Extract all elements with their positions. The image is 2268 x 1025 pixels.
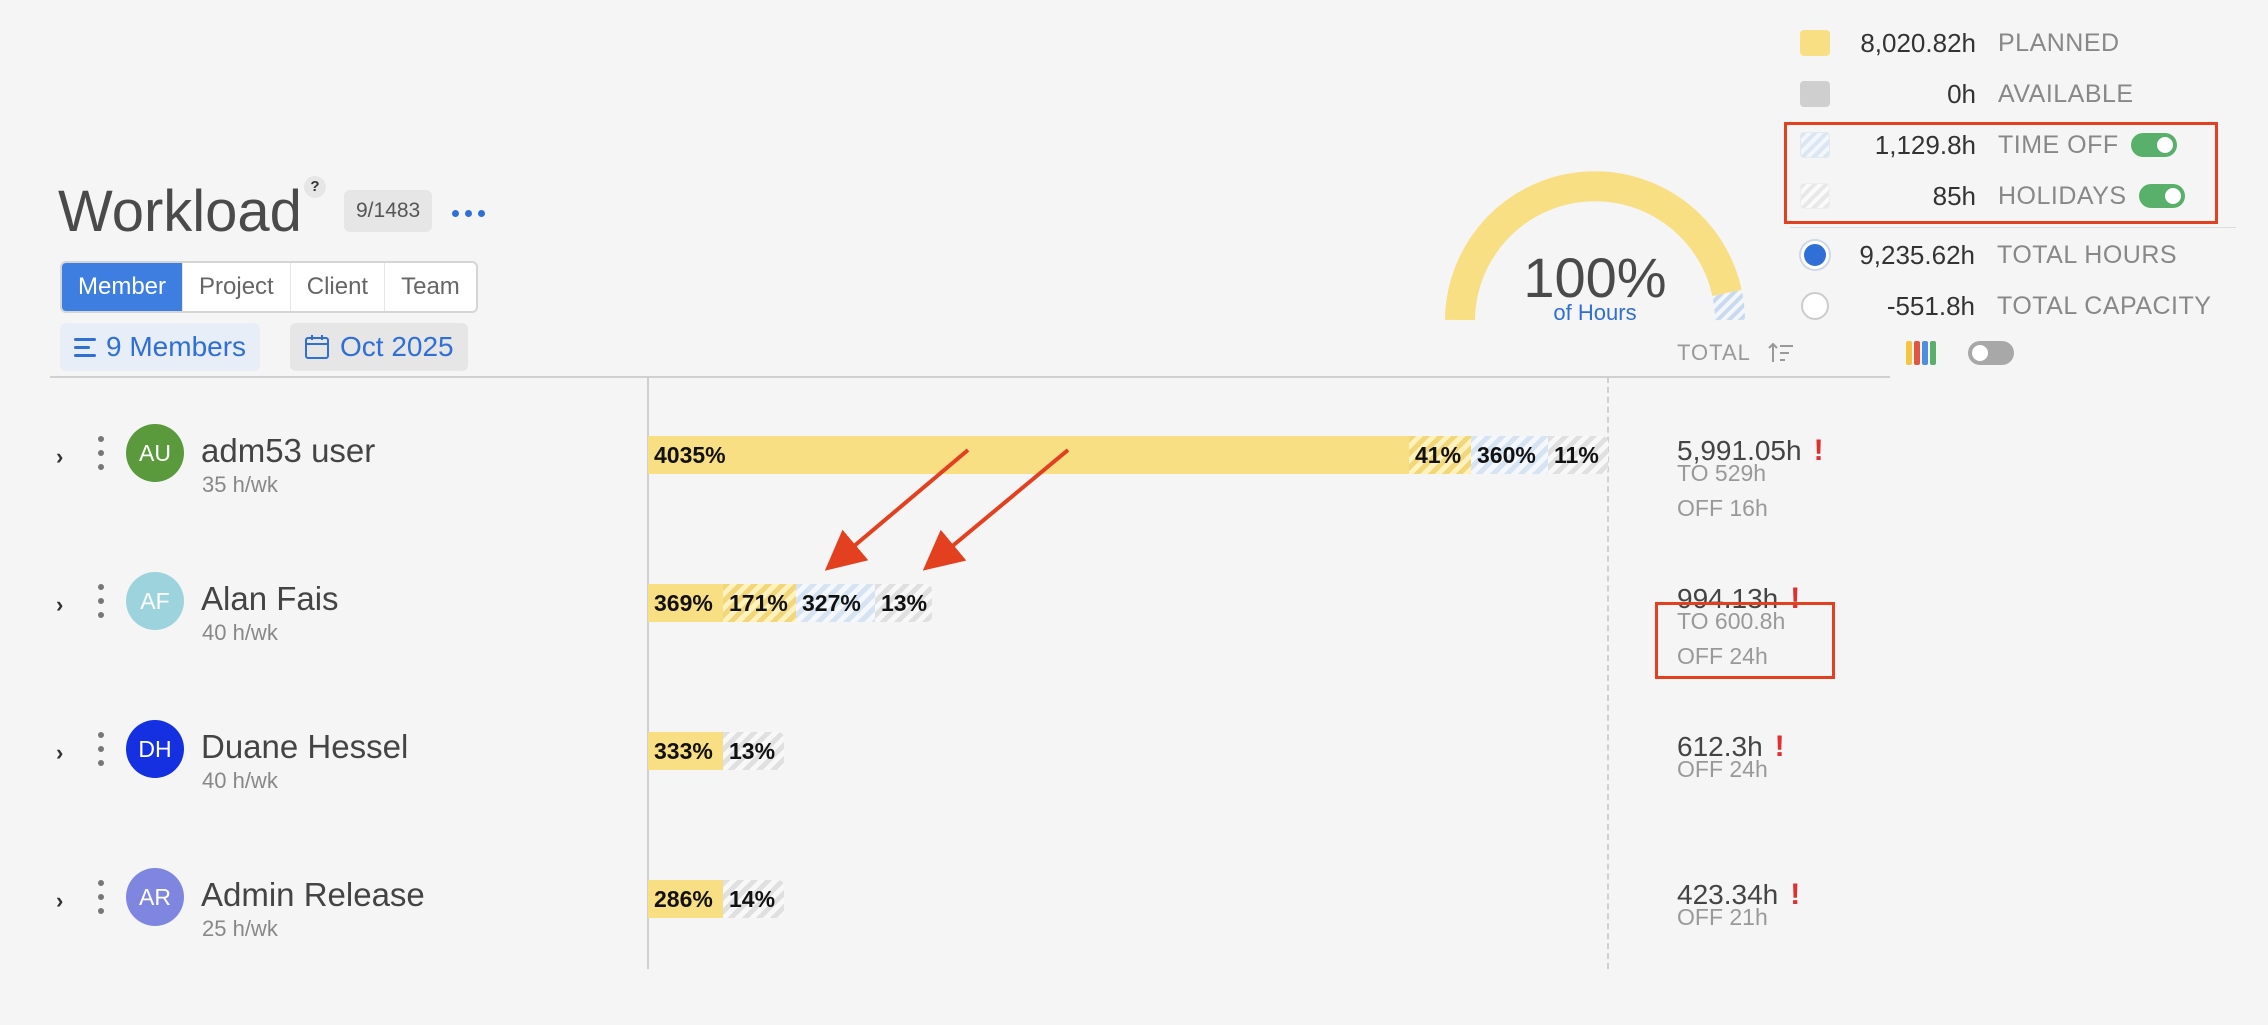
date-picker-button[interactable]: Oct 2025 <box>290 323 468 371</box>
available-swatch <box>1800 81 1830 107</box>
member-rate: 40 h/wk <box>202 768 278 793</box>
workload-bar[interactable]: 333% 13% <box>648 732 784 770</box>
member-off: OFF 24h <box>1677 756 1768 782</box>
bar-segment-planned: 333% <box>648 732 723 770</box>
legend-available: 0h AVAILABLE <box>1800 76 2134 112</box>
avatar: DH <box>126 720 184 778</box>
row-menu-icon[interactable] <box>96 584 106 618</box>
workload-bar[interactable]: 286% 14% <box>648 880 784 918</box>
member-row: › DH Duane Hessel 40 h/wk 333% 13% 612.3… <box>0 704 2268 852</box>
legend-planned: 8,020.82h PLANNED <box>1800 25 2120 61</box>
bar-segment-holidays: 13% <box>723 732 784 770</box>
member-rate: 40 h/wk <box>202 620 278 645</box>
tab-client[interactable]: Client <box>291 263 386 311</box>
count-badge: 9/1483 <box>344 190 433 232</box>
member-name[interactable]: Duane Hessel <box>201 728 408 766</box>
total-capacity-label: TOTAL CAPACITY <box>1997 291 2212 320</box>
color-mode-toggle[interactable] <box>1968 341 2014 365</box>
legend-divider <box>1790 227 2236 228</box>
row-menu-icon[interactable] <box>96 880 106 914</box>
annotation-box-totals <box>1655 602 1835 679</box>
member-rate: 25 h/wk <box>202 916 278 941</box>
list-filter-icon <box>74 337 96 357</box>
bar-segment-planned: 4035% <box>648 436 1409 474</box>
available-value: 0h <box>1947 78 1976 109</box>
more-options-icon[interactable] <box>452 198 485 228</box>
sort-icon[interactable] <box>1767 342 1795 364</box>
member-row: › AF Alan Fais 40 h/wk 369% 171% 327% 13… <box>0 556 2268 704</box>
member-name[interactable]: Admin Release <box>201 876 425 914</box>
help-icon[interactable]: ? <box>304 176 326 198</box>
total-capacity-radio[interactable] <box>1801 292 1829 320</box>
bar-segment-planned-overtime: 171% <box>723 584 796 622</box>
warning-icon: ! <box>1790 878 1801 911</box>
date-filter-label: Oct 2025 <box>340 331 454 362</box>
members-filter-button[interactable]: 9 Members <box>60 323 261 371</box>
total-header-label: TOTAL <box>1677 340 1751 365</box>
avatar: AF <box>126 572 184 630</box>
available-label: AVAILABLE <box>1998 79 2134 108</box>
total-hours-radio[interactable] <box>1801 241 1829 269</box>
avatar: AU <box>126 424 184 482</box>
total-hours-value: 9,235.62h <box>1859 239 1975 270</box>
bar-segment-time-off: 360% <box>1471 436 1548 474</box>
expand-chevron-icon[interactable]: › <box>56 592 74 617</box>
member-name[interactable]: Alan Fais <box>201 580 339 618</box>
color-palette-icon <box>1906 341 1936 365</box>
member-rate: 35 h/wk <box>202 472 278 497</box>
expand-chevron-icon[interactable]: › <box>56 888 74 913</box>
expand-chevron-icon[interactable]: › <box>56 740 74 765</box>
bar-segment-holidays: 11% <box>1548 436 1608 474</box>
calendar-icon <box>305 335 329 359</box>
row-menu-icon[interactable] <box>96 732 106 766</box>
planned-swatch <box>1800 30 1830 56</box>
bar-segment-planned: 286% <box>648 880 723 918</box>
member-name[interactable]: adm53 user <box>201 432 375 470</box>
legend-total-capacity: -551.8h TOTAL CAPACITY <box>1800 288 2211 324</box>
page-title: Workload <box>58 179 302 244</box>
bar-segment-holidays: 13% <box>875 584 932 622</box>
row-menu-icon[interactable] <box>96 436 106 470</box>
workload-bar[interactable]: 4035% 41% 360% 11% <box>648 436 1608 474</box>
member-off: OFF 21h <box>1677 904 1768 930</box>
header-divider <box>50 376 1890 378</box>
total-hours-label: TOTAL HOURS <box>1997 240 2178 269</box>
planned-value: 8,020.82h <box>1860 27 1976 58</box>
bar-segment-planned-overtime: 41% <box>1409 436 1471 474</box>
tab-team[interactable]: Team <box>385 263 476 311</box>
member-row: › AR Admin Release 25 h/wk 286% 14% 423.… <box>0 852 2268 1000</box>
workload-bar[interactable]: 369% 171% 327% 13% <box>648 584 932 622</box>
bar-segment-holidays: 14% <box>723 880 784 918</box>
members-filter-label: 9 Members <box>106 331 247 362</box>
annotation-box-legend <box>1784 122 2218 224</box>
view-tabs: Member Project Client Team <box>60 261 478 313</box>
expand-chevron-icon[interactable]: › <box>56 444 74 469</box>
member-off: OFF 16h <box>1677 495 1768 521</box>
bar-segment-planned: 369% <box>648 584 723 622</box>
total-column-header[interactable]: TOTAL <box>1677 340 1795 366</box>
planned-label: PLANNED <box>1998 28 2120 57</box>
tab-project[interactable]: Project <box>183 263 291 311</box>
member-time-off: TO 529h <box>1677 460 1767 486</box>
total-capacity-value: -551.8h <box>1886 290 1975 321</box>
member-row: › AU adm53 user 35 h/wk 4035% 41% 360% 1… <box>0 408 2268 556</box>
warning-icon: ! <box>1774 730 1785 763</box>
warning-icon: ! <box>1813 434 1824 467</box>
avatar: AR <box>126 868 184 926</box>
legend-total-hours: 9,235.62h TOTAL HOURS <box>1800 237 2177 273</box>
bar-segment-time-off: 327% <box>796 584 875 622</box>
tab-member[interactable]: Member <box>62 263 184 311</box>
gauge-label: of Hours <box>1553 300 1637 325</box>
